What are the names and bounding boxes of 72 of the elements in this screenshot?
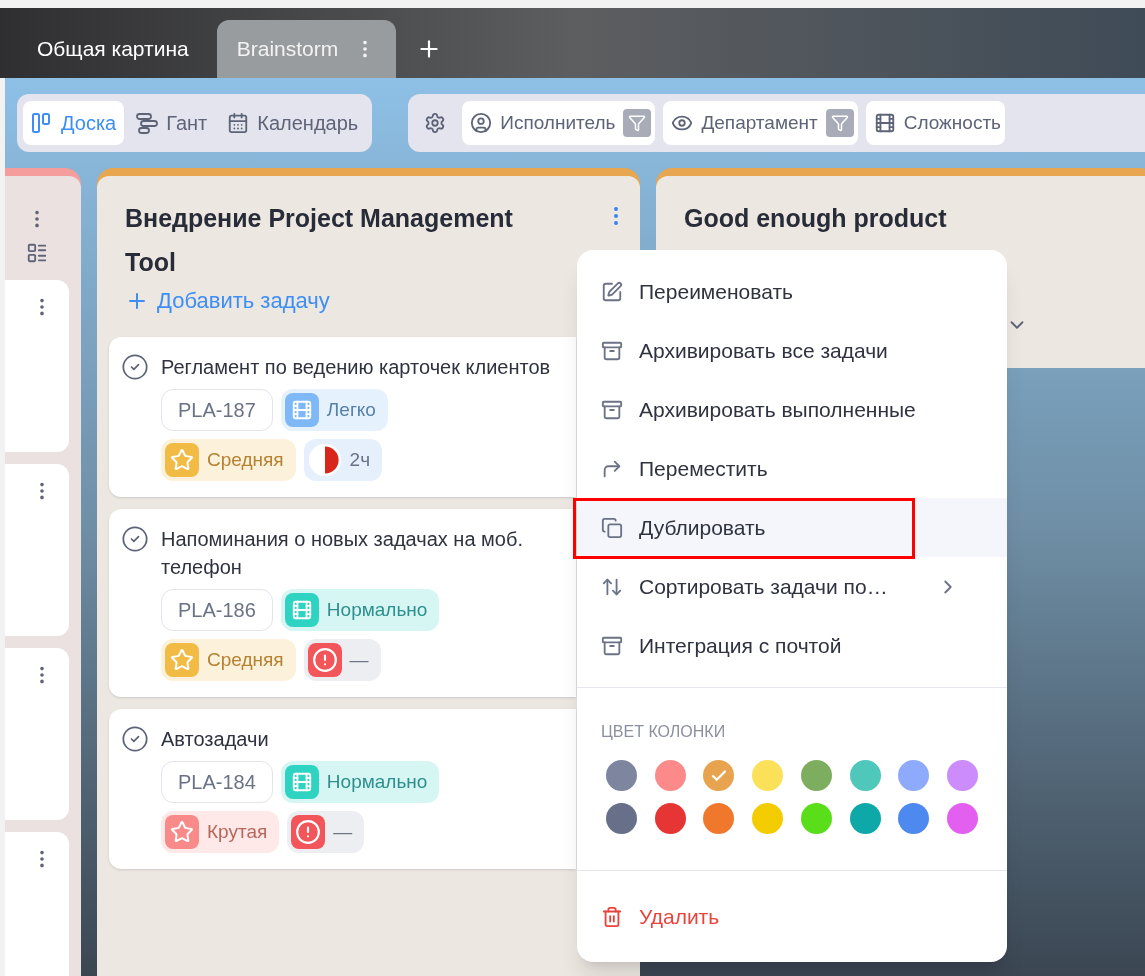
complete-icon[interactable] bbox=[121, 525, 149, 553]
color-swatch[interactable] bbox=[703, 760, 735, 791]
film-icon bbox=[284, 593, 319, 627]
trash-icon bbox=[601, 905, 623, 928]
menu-item[interactable]: Дублировать bbox=[577, 498, 1007, 557]
color-swatch[interactable] bbox=[703, 803, 735, 834]
menu-item[interactable]: Архивировать все задачи bbox=[577, 321, 1007, 380]
section-heading: ЦВЕТ КОЛОНКИ bbox=[600, 722, 727, 742]
menu-item[interactable]: Архивировать выполненные bbox=[577, 380, 1007, 439]
color-swatch[interactable] bbox=[605, 803, 637, 834]
color-swatch[interactable] bbox=[849, 760, 881, 791]
color-swatch[interactable] bbox=[898, 760, 930, 791]
archive-icon bbox=[601, 634, 623, 657]
menu-item[interactable]: Переименовать bbox=[577, 262, 1007, 321]
color-swatch[interactable] bbox=[654, 760, 686, 791]
color-swatch[interactable] bbox=[654, 803, 686, 834]
menu-item[interactable]: Интеграция с почтой bbox=[577, 616, 1007, 675]
archive-icon bbox=[601, 398, 623, 421]
archive-icon bbox=[601, 339, 623, 362]
task-card[interactable]: Автозадачи PLA-184 Нормально Крутая — bbox=[109, 709, 576, 869]
view-tab[interactable]: Гант bbox=[128, 101, 216, 145]
person-icon bbox=[470, 112, 493, 134]
color-swatch[interactable] bbox=[849, 803, 881, 834]
complete-icon[interactable] bbox=[121, 725, 149, 753]
difficulty-tag: Легко bbox=[280, 389, 388, 431]
time-tag: — bbox=[303, 639, 381, 681]
column-title: Внедрение Project Management Tool bbox=[125, 203, 514, 278]
pencil-icon bbox=[601, 280, 623, 303]
filter-chip[interactable]: Сложность bbox=[865, 101, 1005, 145]
copy-icon bbox=[601, 516, 623, 539]
settings-icon[interactable] bbox=[424, 112, 447, 134]
layout-icon[interactable] bbox=[26, 242, 48, 264]
time-tag: 2ч bbox=[303, 439, 383, 481]
task-card[interactable]: Регламент по ведению карточек клиентов PLA-187 Легко Средняя 2ч bbox=[109, 337, 576, 497]
color-swatch[interactable] bbox=[947, 760, 979, 791]
column-title: Good enough product bbox=[684, 203, 948, 234]
priority-tag: Средняя bbox=[161, 439, 296, 481]
complete-icon[interactable] bbox=[121, 353, 149, 381]
color-swatch[interactable] bbox=[947, 803, 979, 834]
view-tab[interactable]: Календарь bbox=[219, 101, 367, 145]
task-id: PLA-187 bbox=[161, 389, 273, 431]
alert-icon bbox=[307, 643, 342, 677]
color-swatch[interactable] bbox=[605, 760, 637, 791]
menu-item[interactable]: Переместить bbox=[577, 439, 1007, 498]
color-swatch[interactable] bbox=[752, 803, 784, 834]
film-icon bbox=[284, 765, 319, 799]
priority-tag: Крутая bbox=[161, 811, 280, 853]
workspace-tab[interactable]: Общая картина bbox=[17, 20, 209, 78]
film-icon bbox=[284, 393, 319, 427]
task-id: PLA-186 bbox=[161, 589, 273, 631]
task-title: Напоминания о новых задачах на моб. телефон bbox=[161, 527, 524, 580]
task-title: Регламент по ведению карточек клиентов bbox=[161, 355, 552, 380]
film-icon bbox=[873, 112, 896, 134]
task-card[interactable]: Напоминания о новых задачах на моб. телефон PLA-186 Нормально Средняя — bbox=[109, 509, 576, 697]
gantt-icon bbox=[136, 112, 159, 134]
task-id: PLA-184 bbox=[161, 761, 273, 803]
difficulty-tag: Нормально bbox=[280, 589, 440, 631]
color-swatch[interactable] bbox=[800, 760, 832, 791]
calendar-icon bbox=[227, 112, 250, 134]
color-swatch[interactable] bbox=[898, 803, 930, 834]
filter-chip[interactable]: Департамент bbox=[663, 101, 858, 145]
filter-chip[interactable]: Исполнитель bbox=[462, 101, 656, 145]
delete-item[interactable]: Удалить bbox=[577, 887, 1007, 946]
alert-icon bbox=[291, 815, 326, 849]
board-icon bbox=[31, 112, 53, 134]
menu-item[interactable]: Сортировать задачи по… bbox=[577, 557, 1007, 616]
color-swatch[interactable] bbox=[800, 803, 832, 834]
difficulty-tag: Нормально bbox=[280, 761, 440, 803]
priority-tag: Средняя bbox=[161, 639, 296, 681]
time-tag: — bbox=[287, 811, 365, 853]
task-title: Автозадачи bbox=[161, 727, 270, 752]
color-swatch[interactable] bbox=[752, 760, 784, 791]
